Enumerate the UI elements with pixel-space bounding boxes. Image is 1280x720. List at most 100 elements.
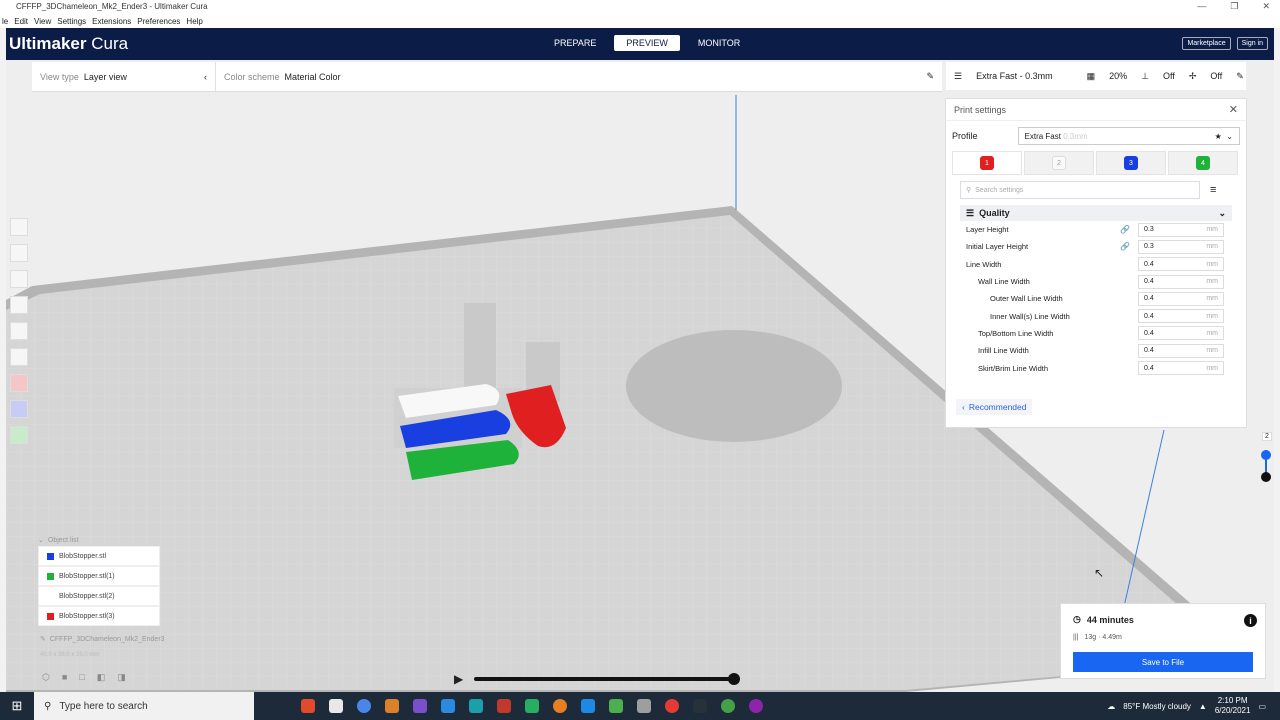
star-icon[interactable]: ★	[1215, 132, 1222, 141]
setting-line-width[interactable]: Line Width 0.4 mm	[966, 256, 1224, 273]
front-view-icon[interactable]: ■	[62, 672, 67, 683]
network-icon[interactable]: ▲	[1199, 702, 1207, 711]
app-icon[interactable]	[385, 699, 399, 713]
app-icon[interactable]	[609, 699, 623, 713]
sign-in-button[interactable]: Sign in	[1236, 37, 1268, 50]
setting-value-field[interactable]: 0.4 mm	[1138, 257, 1224, 272]
app-icon[interactable]	[329, 699, 343, 713]
layer-slider[interactable]: 2	[1258, 430, 1274, 490]
settings-menu-icon[interactable]: ≡	[1210, 184, 1216, 196]
menu-view[interactable]: View	[34, 17, 51, 26]
menu-settings[interactable]: Settings	[57, 17, 86, 26]
app-icon[interactable]	[525, 699, 539, 713]
path-slider-track[interactable]	[474, 677, 734, 681]
app-icon[interactable]	[301, 699, 315, 713]
setting-value-field[interactable]: 0.4 mm	[1138, 291, 1224, 306]
setting-layer-height[interactable]: Layer Height 🔗 0.3 mm	[966, 221, 1224, 238]
left-view-icon[interactable]: ◧	[97, 672, 106, 683]
tab-extruder-4[interactable]: 4	[1168, 151, 1238, 175]
arduino-icon[interactable]	[469, 699, 483, 713]
print-setup-bar[interactable]: ☰ Extra Fast - 0.3mm ▦ 20% ⊥ Off ✢ Off ✎	[946, 62, 1246, 90]
extruder-4-icon[interactable]	[10, 426, 28, 444]
close-window-button[interactable]: ✕	[1262, 1, 1270, 12]
menu-edit[interactable]: Edit	[14, 17, 28, 26]
app-icon[interactable]	[749, 699, 763, 713]
pencil-icon[interactable]: ✎	[926, 71, 934, 82]
maximize-button[interactable]: ❐	[1230, 1, 1238, 12]
vscode-icon[interactable]	[441, 699, 455, 713]
edit-icon[interactable]: ✎	[1236, 71, 1244, 82]
clock-time[interactable]: 2:10 PM	[1218, 696, 1248, 706]
extruder-1-icon[interactable]	[10, 374, 28, 392]
taskbar-search[interactable]: ⚲ Type here to search	[34, 692, 254, 720]
extruder-3-icon[interactable]	[10, 400, 28, 418]
app-icon[interactable]	[497, 699, 511, 713]
menu-file[interactable]: le	[2, 17, 8, 26]
menu-extensions[interactable]: Extensions	[92, 17, 131, 26]
3d-view-icon[interactable]: ⬡	[42, 672, 50, 683]
chevron-left-icon[interactable]: ‹	[204, 72, 207, 82]
scale-tool-icon[interactable]	[10, 244, 28, 262]
path-slider-handle[interactable]	[728, 673, 740, 685]
setting-top-bottom-line-width[interactable]: Top/Bottom Line Width 0.4 mm	[966, 325, 1224, 342]
app-icon[interactable]	[637, 699, 651, 713]
app-icon[interactable]	[721, 699, 735, 713]
weather-icon[interactable]: ☁	[1107, 702, 1115, 711]
upper-handle[interactable]	[1261, 450, 1271, 460]
visual-studio-icon[interactable]	[413, 699, 427, 713]
windows-start-icon[interactable]: ⊞	[0, 692, 34, 720]
list-item[interactable]: BlobStopper.stl(2)	[38, 586, 160, 606]
setting-inner-wall-line-width[interactable]: Inner Wall(s) Line Width 0.4 mm	[966, 307, 1224, 324]
list-item[interactable]: BlobStopper.stl	[38, 546, 160, 566]
rotate-tool-icon[interactable]	[10, 270, 28, 288]
view-type-selector[interactable]: View type Layer view ‹	[32, 62, 216, 91]
support-blocker-icon[interactable]	[10, 348, 28, 366]
list-item[interactable]: BlobStopper.stl(1)	[38, 566, 160, 586]
menu-help[interactable]: Help	[186, 17, 202, 26]
tab-prepare[interactable]: PREPARE	[542, 35, 608, 51]
close-icon[interactable]: ✕	[1229, 103, 1238, 116]
setting-outer-wall-line-width[interactable]: Outer Wall Line Width 0.4 mm	[966, 290, 1224, 307]
lower-handle[interactable]	[1261, 472, 1271, 482]
setting-value-field[interactable]: 0.3 mm	[1138, 222, 1224, 237]
profile-dropdown[interactable]: Extra Fast 0.3mm ★ ⌄	[1017, 127, 1240, 145]
pencil-icon[interactable]: ✎	[40, 636, 46, 643]
tab-extruder-2[interactable]: 2	[1024, 151, 1094, 175]
tab-preview[interactable]: PREVIEW	[614, 35, 680, 51]
app-icon[interactable]	[665, 699, 679, 713]
color-scheme-selector[interactable]: Color scheme Material Color ✎	[216, 62, 942, 91]
top-view-icon[interactable]: □	[79, 672, 84, 683]
play-button[interactable]: ▶	[454, 672, 463, 686]
marketplace-button[interactable]: Marketplace	[1182, 37, 1231, 50]
tab-extruder-1[interactable]: 1	[952, 151, 1022, 175]
minimize-button[interactable]: —	[1197, 1, 1206, 12]
move-tool-icon[interactable]	[10, 218, 28, 236]
cura-icon[interactable]	[581, 699, 595, 713]
tab-extruder-3[interactable]: 3	[1096, 151, 1166, 175]
setting-value-field[interactable]: 0.4 mm	[1138, 274, 1224, 289]
setting-value-field[interactable]: 0.4 mm	[1138, 326, 1224, 341]
search-settings-input[interactable]: ⚲ Search settings	[960, 181, 1200, 199]
setting-value-field[interactable]: 0.4 mm	[1138, 309, 1224, 324]
save-to-file-button[interactable]: Save to File	[1073, 652, 1253, 672]
clock-date[interactable]: 6/20/2021	[1215, 706, 1251, 716]
setting-initial-layer-height[interactable]: Initial Layer Height 🔗 0.3 mm	[966, 238, 1224, 255]
menu-preferences[interactable]: Preferences	[137, 17, 180, 26]
info-icon[interactable]: i	[1244, 614, 1257, 627]
setting-value-field[interactable]: 0.4 mm	[1138, 361, 1224, 376]
per-model-settings-icon[interactable]	[10, 322, 28, 340]
right-view-icon[interactable]: ◨	[117, 672, 126, 683]
terminal-icon[interactable]	[693, 699, 707, 713]
chevron-down-icon[interactable]: ⌄	[38, 536, 44, 544]
weather-text[interactable]: 85°F Mostly cloudy	[1123, 702, 1191, 711]
setting-infill-line-width[interactable]: Infill Line Width 0.4 mm	[966, 342, 1224, 359]
list-item[interactable]: BlobStopper.stl(3)	[38, 606, 160, 626]
setting-value-field[interactable]: 0.4 mm	[1138, 343, 1224, 358]
category-quality[interactable]: ☰ Quality ⌄	[960, 205, 1232, 221]
notifications-icon[interactable]: ▭	[1258, 702, 1266, 711]
setting-skirt-brim-line-width[interactable]: Skirt/Brim Line Width 0.4 mm	[966, 359, 1224, 376]
app-icon[interactable]	[553, 699, 567, 713]
chrome-icon[interactable]	[357, 699, 371, 713]
tab-monitor[interactable]: MONITOR	[686, 35, 752, 51]
recommended-button[interactable]: ‹ Recommended	[956, 399, 1033, 415]
